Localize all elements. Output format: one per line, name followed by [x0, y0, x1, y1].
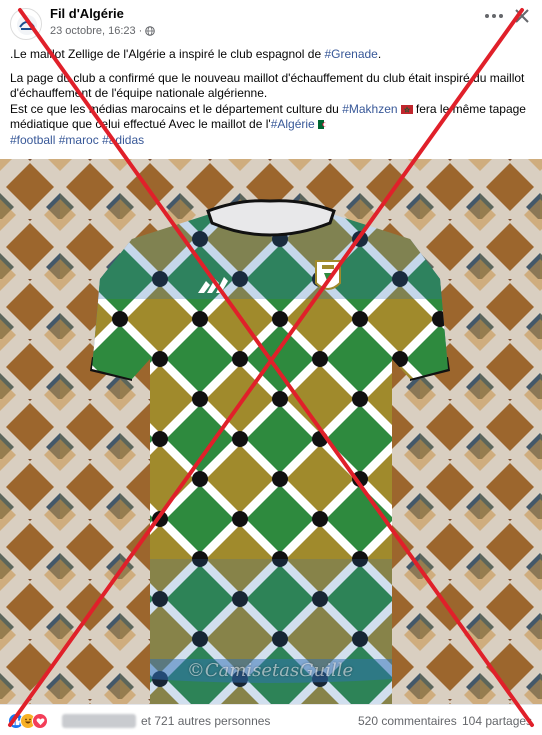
page-logo-icon — [17, 15, 37, 35]
more-options-icon[interactable] — [482, 8, 506, 24]
post-meta: 23 octobre, 16:23 · — [50, 25, 156, 37]
post-text: .Le maillot Zellige de l'Algérie a inspi… — [10, 47, 535, 148]
hashtag-makhzen[interactable]: #Makhzen — [342, 102, 397, 116]
globe-icon — [145, 26, 156, 36]
algeria-flag-icon — [317, 120, 330, 129]
hashtag-algerie[interactable]: #Algérie — [271, 117, 315, 131]
hashtag-adidas[interactable]: #adidas — [102, 133, 144, 147]
post-paragraph-2: La page du club a confirmé que le nouvea… — [10, 70, 525, 101]
love-reaction-icon — [32, 713, 48, 729]
morocco-flag-icon — [400, 104, 413, 114]
post-date[interactable]: 23 octobre, 16:23 — [50, 25, 136, 37]
post-paragraph-1: .Le maillot Zellige de l'Algérie a inspi… — [10, 47, 535, 63]
post-footer: et 721 autres personnes 520 commentaires… — [0, 704, 542, 735]
page-avatar[interactable] — [10, 8, 42, 40]
post-header: Fil d'Algérie 23 octobre, 16:23 · — [0, 0, 542, 44]
text-run: .Le maillot Zellige de l'Algérie a inspi… — [10, 47, 325, 61]
hashtag-grenade[interactable]: #Grenade — [324, 47, 377, 61]
reaction-count[interactable]: et 721 autres personnes — [141, 714, 270, 728]
post-image[interactable] — [0, 159, 542, 704]
reaction-icons[interactable] — [8, 713, 48, 729]
close-icon[interactable] — [512, 6, 532, 26]
text-run: . — [377, 47, 382, 61]
jersey-photo — [0, 159, 542, 704]
blurred-reactor-names — [62, 714, 136, 728]
text-run: Est ce que les médias marocains et le dé… — [10, 101, 343, 116]
hashtag-maroc[interactable]: #maroc — [59, 133, 99, 147]
hashtag-line: #football #maroc #adidas — [10, 133, 535, 149]
facebook-post: Fil d'Algérie 23 octobre, 16:23 · .Le ma… — [0, 0, 542, 735]
image-watermark: ©CamisetasGuille — [186, 660, 354, 681]
share-count[interactable]: 104 partages — [462, 714, 532, 728]
date-separator: · — [138, 25, 143, 37]
page-name[interactable]: Fil d'Algérie — [50, 6, 124, 21]
hashtag-football[interactable]: #football — [10, 133, 55, 147]
post-paragraph-3: Est ce que les médias marocains et le dé… — [10, 102, 535, 133]
comment-count[interactable]: 520 commentaires — [358, 714, 457, 728]
